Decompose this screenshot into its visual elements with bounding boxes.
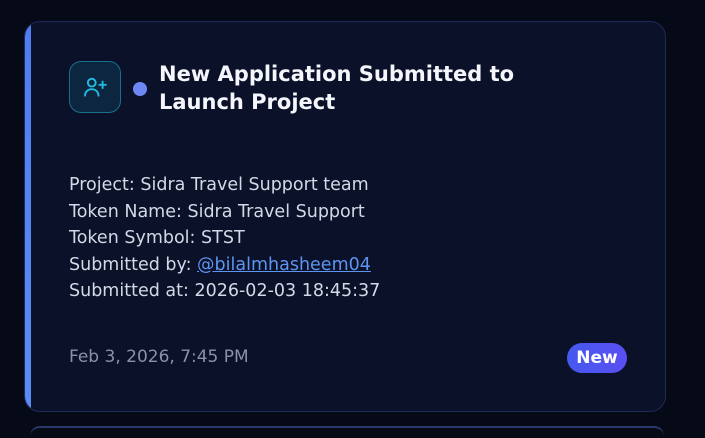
submitter-profile-link[interactable]: @bilalmhasheem04 [197,255,371,275]
detail-token-symbol: Token Symbol: STST [69,225,380,252]
detail-project-label: Project: [69,175,135,195]
detail-token-name-label: Token Name: [69,201,182,222]
detail-project-value: Sidra Travel Support team [140,175,369,195]
next-notification-card[interactable] [30,426,664,438]
notification-date: Feb 3, 2026, 7:45 PM [69,347,249,367]
card-accent-bar [25,22,31,411]
notification-card[interactable]: New Application Submitted to Launch Proj… [24,21,666,412]
detail-submitted-by: Submitted by: @bilalmhasheem04 [69,252,380,279]
notification-title: New Application Submitted to Launch Proj… [159,62,515,114]
detail-submitted-at: Submitted at: 2026-02-03 18:45:37 [69,278,380,305]
detail-token-symbol-label: Token Symbol: [69,228,196,248]
detail-submitted-at-label: Submitted at: [69,281,189,301]
detail-token-name-value: Sidra Travel Support [187,201,365,222]
detail-project: Project: Sidra Travel Support team [69,172,380,199]
detail-token-symbol-value: STST [201,228,245,248]
user-plus-icon [69,61,121,113]
new-badge: New [567,343,627,373]
unread-status-dot [133,82,147,96]
detail-submitted-at-value: 2026-02-03 18:45:37 [194,281,381,301]
detail-token-name: Token Name: Sidra Travel Support [69,199,380,226]
detail-submitted-by-label: Submitted by: [69,254,192,275]
notification-details: Project: Sidra Travel Support team Token… [69,172,380,305]
